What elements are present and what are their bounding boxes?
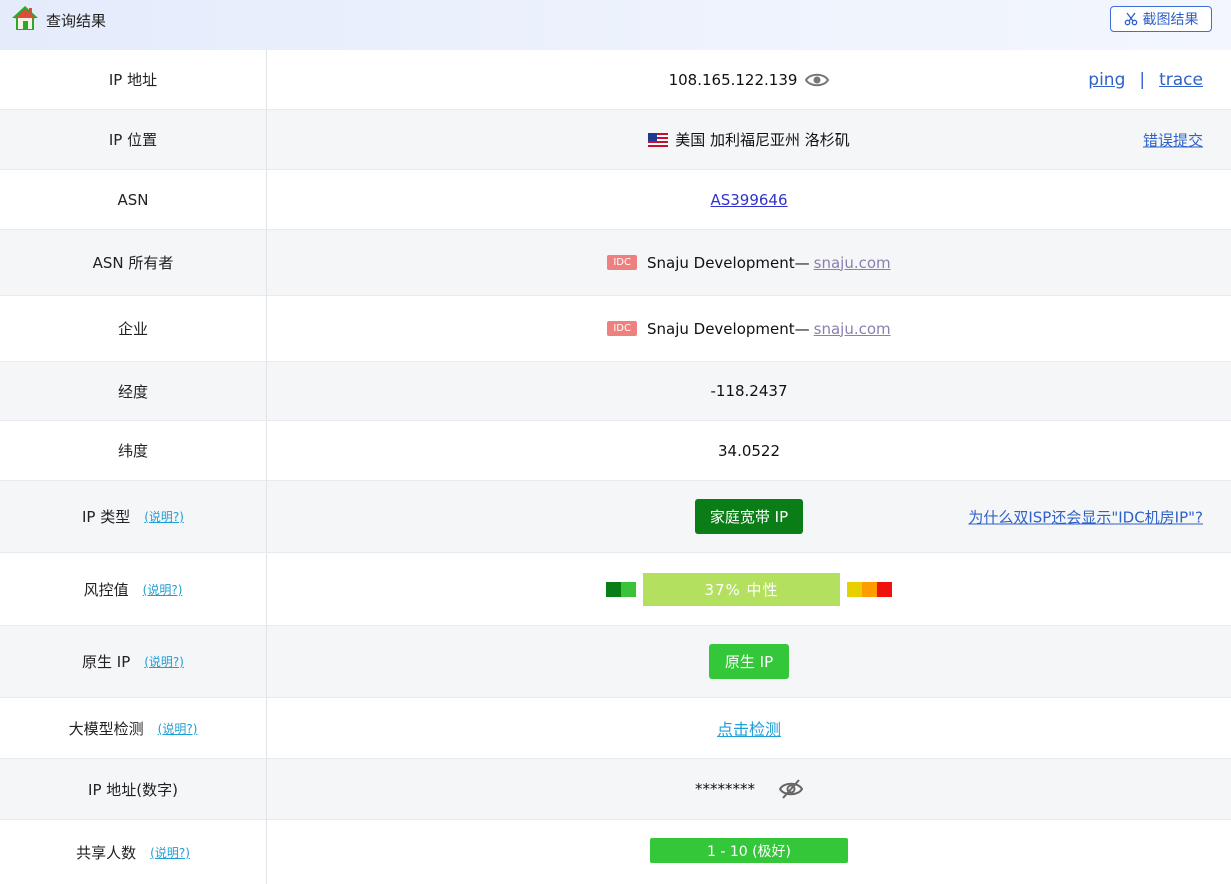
row-ip-type: IP 类型 (说明?) 家庭宽带 IP 为什么双ISP还会显示"IDC机房IP"… xyxy=(0,481,1231,553)
eye-off-icon[interactable] xyxy=(779,778,803,800)
result-header: 查询结果 截图结果 xyxy=(0,0,1231,50)
native-explain-link[interactable]: (说明?) xyxy=(144,653,184,670)
home-icon xyxy=(12,6,38,30)
label-asn-owner: ASN 所有者 xyxy=(0,230,267,295)
value-asn-owner: IDC Snaju Development— snaju.com xyxy=(267,230,1231,295)
native-ip-badge: 原生 IP xyxy=(708,644,790,679)
idc-badge: IDC xyxy=(607,321,637,336)
page-title: 查询结果 xyxy=(46,12,107,30)
ip-type-explain-link[interactable]: (说明?) xyxy=(144,508,184,525)
asn-link[interactable]: AS399646 xyxy=(710,191,787,209)
value-ip-location: 美国 加利福尼亚州 洛杉矶 错误提交 xyxy=(267,110,1231,169)
row-asn-owner: ASN 所有者 IDC Snaju Development— snaju.com xyxy=(0,230,1231,296)
residential-ip-badge: 家庭宽带 IP xyxy=(694,499,804,534)
label-latitude: 纬度 xyxy=(0,421,267,480)
value-ip-address: 108.165.122.139 ping | trace xyxy=(267,50,1231,109)
shared-explain-link[interactable]: (说明?) xyxy=(150,844,190,861)
eye-icon[interactable] xyxy=(805,72,830,88)
risk-level-low xyxy=(621,581,636,597)
asn-owner-name: Snaju Development— xyxy=(646,253,810,272)
label-longitude: 经度 xyxy=(0,362,267,420)
idc-badge: IDC xyxy=(607,255,637,270)
screenshot-result-label: 截图结果 xyxy=(1142,12,1199,28)
ip-address-text: 108.165.122.139 xyxy=(668,70,798,89)
error-report-link[interactable]: 错误提交 xyxy=(1143,129,1203,150)
risk-meter: 37% 中性 xyxy=(606,572,892,606)
row-ip-address: IP 地址 108.165.122.139 ping | trace xyxy=(0,50,1231,110)
value-longitude: -118.2437 xyxy=(267,362,1231,420)
latitude-text: 34.0522 xyxy=(717,441,781,460)
risk-explain-link[interactable]: (说明?) xyxy=(143,581,183,598)
value-asn: AS399646 xyxy=(267,170,1231,229)
click-detect-link[interactable]: 点击检测 xyxy=(717,716,781,740)
shared-users-badge: 1 - 10 (极好) xyxy=(650,838,848,863)
ip-numeric-masked: ******** xyxy=(695,780,755,798)
screenshot-result-button[interactable]: 截图结果 xyxy=(1110,6,1212,32)
why-dual-isp-link[interactable]: 为什么双ISP还会显示"IDC机房IP"? xyxy=(968,506,1203,527)
value-latitude: 34.0522 xyxy=(267,421,1231,480)
ping-trace-links: ping | trace xyxy=(1088,70,1203,90)
result-table: IP 地址 108.165.122.139 ping | trace IP 位置 xyxy=(0,50,1231,884)
company-domain-link[interactable]: snaju.com xyxy=(814,320,891,338)
ip-location-text: 美国 加利福尼亚州 洛杉矶 xyxy=(675,131,850,149)
label-ip-numeric: IP 地址(数字) xyxy=(0,759,267,819)
link-separator: | xyxy=(1139,69,1146,90)
risk-level-high xyxy=(862,581,877,597)
row-latitude: 纬度 34.0522 xyxy=(0,421,1231,481)
value-ip-numeric: ******** xyxy=(267,759,1231,819)
asn-owner-domain-link[interactable]: snaju.com xyxy=(814,254,891,272)
risk-level-very-high xyxy=(877,581,892,597)
row-shared-users: 共享人数 (说明?) 1 - 10 (极好) xyxy=(0,820,1231,884)
label-asn: ASN xyxy=(0,170,267,229)
label-ip-location: IP 位置 xyxy=(0,110,267,169)
value-ip-type: 家庭宽带 IP 为什么双ISP还会显示"IDC机房IP"? xyxy=(267,481,1231,552)
row-ip-numeric: IP 地址(数字) ******** xyxy=(0,759,1231,820)
row-company: 企业 IDC Snaju Development— snaju.com xyxy=(0,296,1231,362)
company-name: Snaju Development— xyxy=(646,319,810,338)
row-longitude: 经度 -118.2437 xyxy=(0,362,1231,421)
value-shared-users: 1 - 10 (极好) xyxy=(267,820,1231,884)
label-native-ip: 原生 IP (说明?) xyxy=(0,626,267,697)
label-llm-detect: 大模型检测 (说明?) xyxy=(0,698,267,758)
us-flag-icon xyxy=(648,132,669,147)
risk-level-elevated xyxy=(847,581,862,597)
scissors-icon xyxy=(1124,12,1137,26)
value-native-ip: 原生 IP xyxy=(267,626,1231,697)
ping-link[interactable]: ping xyxy=(1088,70,1125,90)
label-company: 企业 xyxy=(0,296,267,361)
llm-explain-link[interactable]: (说明?) xyxy=(158,720,198,737)
label-ip-address: IP 地址 xyxy=(0,50,267,109)
row-native-ip: 原生 IP (说明?) 原生 IP xyxy=(0,626,1231,698)
risk-level-very-low xyxy=(606,581,621,597)
label-shared-users: 共享人数 (说明?) xyxy=(0,820,267,884)
value-risk-score: 37% 中性 xyxy=(267,553,1231,625)
row-asn: ASN AS399646 xyxy=(0,170,1231,230)
value-llm-detect: 点击检测 xyxy=(267,698,1231,758)
row-ip-location: IP 位置 美国 加利福尼亚州 洛杉矶 错误提交 xyxy=(0,110,1231,170)
row-llm-detect: 大模型检测 (说明?) 点击检测 xyxy=(0,698,1231,759)
trace-link[interactable]: trace xyxy=(1159,70,1203,90)
row-risk-score: 风控值 (说明?) 37% 中性 xyxy=(0,553,1231,626)
label-risk-score: 风控值 (说明?) xyxy=(0,553,267,625)
risk-score-bar: 37% 中性 xyxy=(643,572,840,606)
value-company: IDC Snaju Development— snaju.com xyxy=(267,296,1231,361)
longitude-text: -118.2437 xyxy=(710,382,788,400)
label-ip-type: IP 类型 (说明?) xyxy=(0,481,267,552)
